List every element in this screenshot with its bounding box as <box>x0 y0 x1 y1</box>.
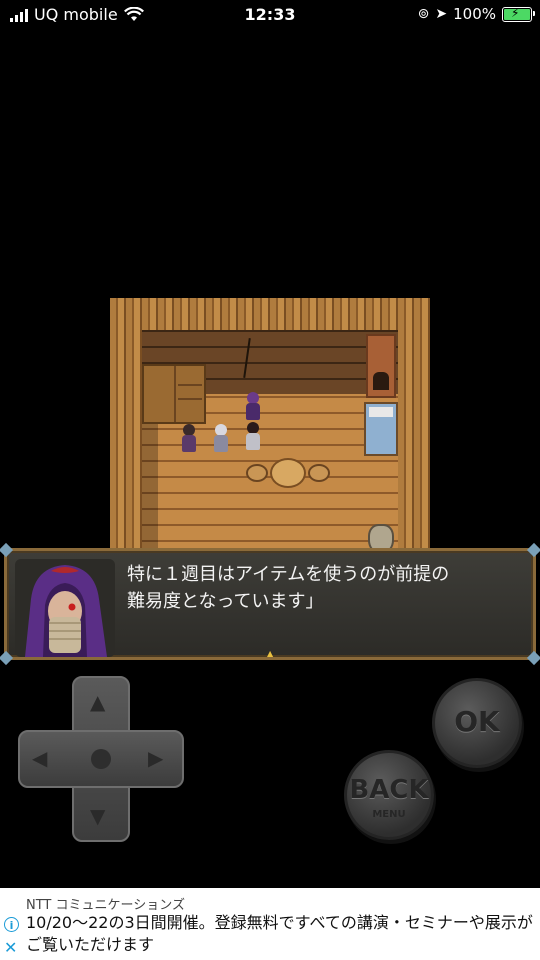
game-map[interactable] <box>110 298 430 556</box>
ok-label: OK <box>454 705 500 738</box>
menu-label: MENU <box>372 809 406 820</box>
ad-banner[interactable]: NTT コミュニケーションズ i ✕ 10/20〜22の3日間開催。登録無料です… <box>0 888 540 960</box>
brick-fireplace <box>366 334 396 398</box>
dialog-text: 特に１週目はアイテムを使うのが前提の 難易度となっています」 <box>127 561 527 615</box>
continue-indicator-icon: ▲ <box>267 649 274 658</box>
stool-left <box>246 464 268 482</box>
wooden-cabinet <box>142 364 206 424</box>
npc-white-haired <box>212 424 230 454</box>
ok-button[interactable]: OK <box>432 678 522 768</box>
speaker-portrait <box>15 559 115 657</box>
bed <box>364 402 398 456</box>
dpad-left-arrow-icon[interactable]: ◀ <box>32 746 47 770</box>
npc-dark-haired <box>180 424 198 454</box>
dpad-right-arrow-icon[interactable]: ▶ <box>148 746 163 770</box>
dialog-line-2: 難易度となっています」 <box>127 591 324 612</box>
back-button[interactable]: BACK MENU <box>344 750 434 840</box>
player-character <box>244 422 262 452</box>
status-bar: UQ mobile 12:33 ⊚ ➤ 100% ⚡ <box>0 0 540 30</box>
back-label: BACK <box>349 775 429 805</box>
status-right: ⊚ ➤ 100% ⚡ <box>417 5 535 23</box>
dialog-line-1: 特に１週目はアイテムを使うのが前提の <box>127 564 450 585</box>
ad-text: 10/20〜22の3日間開催。登録無料ですべての講演・セミナーや展示がご覧いただ… <box>26 913 533 954</box>
ad-info-icon[interactable]: i <box>4 917 19 932</box>
message-window[interactable]: 特に１週目はアイテムを使うのが前提の 難易度となっています」 ▲ <box>0 542 540 666</box>
battery-percent: 100% <box>453 5 496 23</box>
orientation-lock-icon: ⊚ <box>417 6 430 22</box>
ad-sponsor: NTT コミュニケーションズ <box>26 898 185 913</box>
dpad-up-arrow-icon[interactable]: ▲ <box>90 690 105 714</box>
dpad[interactable]: ▲ ▼ ◀ ▶ <box>18 676 184 842</box>
round-table <box>270 458 306 488</box>
location-icon: ➤ <box>435 6 448 22</box>
dpad-down-arrow-icon[interactable]: ▼ <box>90 804 105 828</box>
npc-purple-hooded <box>244 392 262 422</box>
ad-close-icon[interactable]: ✕ <box>4 938 17 957</box>
stool-right <box>308 464 330 482</box>
battery-icon: ⚡ <box>502 6 535 22</box>
